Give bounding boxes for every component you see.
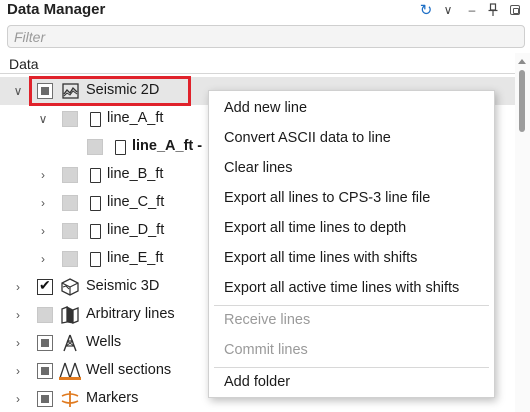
chevron-down-icon[interactable]: ∨ [441, 2, 455, 18]
checkbox-line-d-ft[interactable] [62, 223, 78, 239]
checkbox-line-c-ft[interactable] [62, 195, 78, 211]
tree-label-line-d-ft: line_D_ft [107, 222, 165, 238]
menu-item-clear-lines[interactable]: Clear lines [209, 153, 494, 183]
checkbox-arbitrary-lines[interactable] [37, 307, 53, 323]
scroll-thumb[interactable] [519, 70, 525, 132]
document-icon [86, 250, 104, 268]
chevron-right-icon[interactable]: › [11, 392, 25, 406]
tree-label-arbitrary-lines: Arbitrary lines [86, 306, 175, 322]
menu-item-receive-lines[interactable]: Receive lines [209, 305, 494, 335]
tree-label-line-b-ft: line_B_ft [107, 166, 164, 182]
chevron-right-icon[interactable]: › [11, 336, 25, 350]
chevron-right-icon[interactable]: › [11, 280, 25, 294]
context-menu: Add new line Convert ASCII data to line … [208, 90, 495, 398]
tree-label-line-e-ft: line_E_ft [107, 250, 164, 266]
arbitrary-lines-icon [61, 306, 79, 324]
checkbox-wells[interactable] [37, 335, 53, 351]
refresh-icon[interactable]: ↻ [417, 2, 435, 19]
menu-item-commit-lines[interactable]: Commit lines [209, 335, 494, 365]
tree-label-well-sections: Well sections [86, 362, 172, 378]
panel-titlebar: Data Manager ↻ ∨ – [0, 0, 530, 22]
scroll-up-icon[interactable] [518, 59, 526, 64]
menu-item-export-cps3[interactable]: Export all lines to CPS-3 line file [209, 183, 494, 213]
panel-title: Data Manager [7, 1, 106, 18]
chevron-down-icon[interactable]: ∨ [36, 112, 50, 126]
document-icon [86, 166, 104, 184]
checkbox-markers[interactable] [37, 391, 53, 407]
chevron-right-icon[interactable]: › [36, 224, 50, 238]
checkbox-line-a-ft-child[interactable] [87, 139, 103, 155]
checkbox-line-e-ft[interactable] [62, 251, 78, 267]
checkbox-seismic-3d[interactable] [37, 277, 53, 295]
filter-box [7, 25, 525, 48]
minimize-icon[interactable]: – [466, 2, 478, 18]
chevron-right-icon[interactable]: › [11, 308, 25, 322]
document-icon [111, 138, 129, 156]
filter-input[interactable] [8, 26, 524, 47]
document-icon [86, 222, 104, 240]
vertical-scrollbar[interactable] [515, 53, 530, 412]
markers-icon [61, 390, 79, 408]
column-header-label: Data [9, 56, 39, 72]
checkbox-line-a-ft[interactable] [62, 111, 78, 127]
well-icon [61, 334, 79, 352]
chevron-down-icon[interactable]: ∨ [11, 84, 25, 98]
maximize-icon[interactable] [508, 2, 521, 18]
column-header-data[interactable]: Data [0, 53, 515, 74]
menu-item-export-time-depth[interactable]: Export all time lines to depth [209, 213, 494, 243]
tree-label-markers: Markers [86, 390, 139, 406]
chevron-right-icon[interactable]: › [36, 252, 50, 266]
chevron-right-icon[interactable]: › [36, 196, 50, 210]
menu-item-add-folder[interactable]: Add folder [209, 367, 494, 397]
highlight-box [29, 76, 191, 106]
tree-label-line-a-ft: line_A_ft [107, 110, 164, 126]
tree-label-wells: Wells [86, 334, 122, 350]
well-sections-icon [59, 362, 81, 380]
chevron-right-icon[interactable]: › [36, 168, 50, 182]
seismic-3d-icon [61, 278, 79, 296]
menu-item-export-active-shifts[interactable]: Export all active time lines with shifts [209, 273, 494, 303]
chevron-right-icon[interactable]: › [11, 364, 25, 378]
tree-label-line-c-ft: line_C_ft [107, 194, 165, 210]
tree-label-line-a-ft-child: line_A_ft - [132, 138, 203, 154]
checkbox-well-sections[interactable] [37, 363, 53, 379]
tree-label-seismic-3d: Seismic 3D [86, 278, 160, 294]
document-icon [86, 110, 104, 128]
pin-icon[interactable] [487, 2, 499, 18]
menu-item-export-time-shifts[interactable]: Export all time lines with shifts [209, 243, 494, 273]
document-icon [86, 194, 104, 212]
checkbox-line-b-ft[interactable] [62, 167, 78, 183]
menu-item-convert-ascii[interactable]: Convert ASCII data to line [209, 123, 494, 153]
menu-item-add-new-line[interactable]: Add new line [209, 93, 494, 123]
